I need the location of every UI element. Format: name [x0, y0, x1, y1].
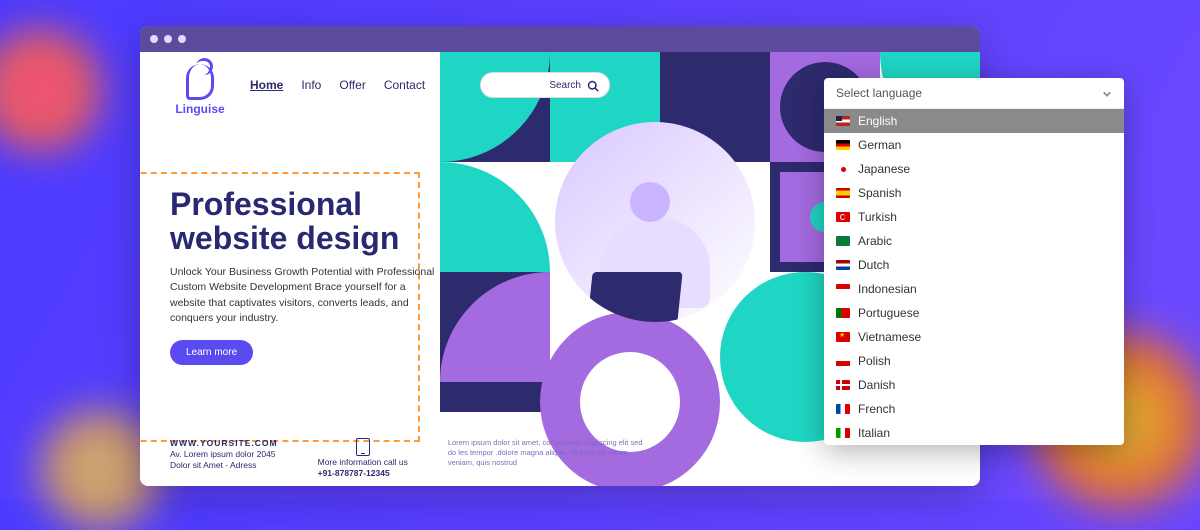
language-selector: Select language English German Japanese Spa… — [824, 78, 1124, 445]
pl-flag-icon — [836, 356, 850, 366]
nav-offer[interactable]: Offer — [339, 78, 365, 92]
id-flag-icon — [836, 284, 850, 294]
language-option-list: English German Japanese Spanish Turkish Arabi… — [824, 109, 1124, 445]
sa-flag-icon — [836, 236, 850, 246]
language-option[interactable]: German — [824, 133, 1124, 157]
tr-flag-icon — [836, 212, 850, 222]
footer-lorem: Lorem ipsum dolor sit amet, consectetur … — [448, 438, 648, 478]
language-option-label: Italian — [858, 426, 890, 440]
language-option-label: Polish — [858, 354, 891, 368]
chevron-down-icon — [1102, 88, 1112, 98]
language-option[interactable]: Dutch — [824, 253, 1124, 277]
jp-flag-icon — [836, 164, 850, 174]
language-option[interactable]: Spanish — [824, 181, 1124, 205]
bg-blob — [0, 30, 100, 150]
language-option[interactable]: French — [824, 397, 1124, 421]
language-option[interactable]: Italian — [824, 421, 1124, 445]
language-option-label: Turkish — [858, 210, 897, 224]
pt-flag-icon — [836, 308, 850, 318]
search-placeholder: Search — [549, 80, 581, 91]
vn-flag-icon — [836, 332, 850, 342]
window-dot[interactable] — [150, 35, 158, 43]
footer-address-1: Av. Lorem ipsum dolor 2045 — [170, 449, 278, 459]
fr-flag-icon — [836, 404, 850, 414]
it-flag-icon — [836, 428, 850, 438]
language-selector-toggle[interactable]: Select language — [824, 78, 1124, 109]
nav-home[interactable]: Home — [250, 78, 283, 92]
language-option[interactable]: Danish — [824, 373, 1124, 397]
brand-logo[interactable]: Linguise — [170, 64, 230, 116]
logo-icon — [186, 64, 214, 100]
language-option-label: Portuguese — [858, 306, 919, 320]
us-flag-icon — [836, 116, 850, 126]
footer-site-url: WWW.YOURSITE.COM — [170, 438, 278, 448]
hero-photo — [555, 122, 755, 322]
language-option[interactable]: English — [824, 109, 1124, 133]
footer-address-2: Dolor sit Amet - Adress — [170, 460, 278, 470]
search-input[interactable]: Search — [480, 72, 610, 98]
language-option-label: Danish — [858, 378, 895, 392]
language-option-label: Japanese — [858, 162, 910, 176]
footer-phone-number: +91-878787-12345 — [318, 468, 408, 478]
footer-phone-label: More information call us — [318, 457, 408, 467]
language-option[interactable]: Vietnamese — [824, 325, 1124, 349]
nav-info[interactable]: Info — [301, 78, 321, 92]
hero-title: Professional website design — [170, 188, 440, 255]
hero-body: Unlock Your Business Growth Potential wi… — [170, 265, 440, 326]
language-option-label: German — [858, 138, 901, 152]
nl-flag-icon — [836, 260, 850, 270]
language-option-label: French — [858, 402, 895, 416]
brand-name: Linguise — [175, 102, 224, 116]
language-selector-label: Select language — [836, 86, 922, 100]
dk-flag-icon — [836, 380, 850, 390]
language-option[interactable]: Turkish — [824, 205, 1124, 229]
language-option-label: Arabic — [858, 234, 892, 248]
es-flag-icon — [836, 188, 850, 198]
primary-nav: Home Info Offer Contact — [250, 78, 425, 92]
window-dot[interactable] — [164, 35, 172, 43]
window-dot[interactable] — [178, 35, 186, 43]
nav-contact[interactable]: Contact — [384, 78, 425, 92]
language-option[interactable]: Polish — [824, 349, 1124, 373]
language-option[interactable]: Arabic — [824, 229, 1124, 253]
language-option[interactable]: Indonesian — [824, 277, 1124, 301]
language-option-label: Spanish — [858, 186, 901, 200]
language-option-label: English — [858, 114, 897, 128]
language-option[interactable]: Portuguese — [824, 301, 1124, 325]
de-flag-icon — [836, 140, 850, 150]
window-titlebar — [140, 26, 980, 52]
language-option-label: Indonesian — [858, 282, 917, 296]
search-icon — [587, 79, 599, 91]
learn-more-button[interactable]: Learn more — [170, 340, 253, 365]
phone-icon — [356, 438, 370, 456]
language-option[interactable]: Japanese — [824, 157, 1124, 181]
language-option-label: Dutch — [858, 258, 889, 272]
language-option-label: Vietnamese — [858, 330, 921, 344]
